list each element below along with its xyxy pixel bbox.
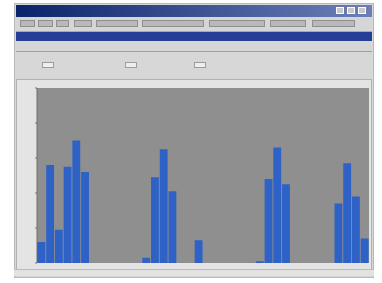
bar [194,240,203,263]
bar [264,179,273,263]
file-icon[interactable] [20,20,35,27]
toolbar-dropdown[interactable] [312,20,355,27]
bar [351,196,360,263]
title-bar [16,5,372,17]
bar [37,242,46,263]
toolbar [16,17,372,32]
chart-container [16,79,372,270]
panel-labels [16,42,372,52]
toolbar-group-c[interactable] [209,20,265,27]
close-button[interactable] [358,7,366,14]
bar [273,147,282,263]
bar [360,238,369,263]
bar [142,257,151,263]
toolbar-group-a[interactable] [96,20,138,27]
settings-icon[interactable] [270,20,306,27]
status-bar [14,269,374,276]
bar [46,165,55,263]
bar [63,166,72,263]
bar [343,163,352,263]
bar [81,172,89,263]
print-icon[interactable] [56,20,69,27]
maximize-button[interactable] [347,7,355,14]
filter-field-2[interactable] [125,62,137,68]
bar [72,140,81,263]
bar-chart [35,87,369,264]
bar [334,203,343,263]
filter-field-1[interactable] [42,62,54,68]
bar [159,149,168,263]
bar [168,191,177,263]
bar [151,177,159,263]
filter-field-3[interactable] [194,62,206,68]
bar [255,261,264,263]
toolbar-group-b[interactable] [142,20,204,27]
bar [282,184,290,263]
minimize-button[interactable] [336,7,344,14]
chart-icon[interactable] [74,20,92,27]
section-header [16,32,372,41]
save-icon[interactable] [38,20,53,27]
bar [54,229,63,263]
